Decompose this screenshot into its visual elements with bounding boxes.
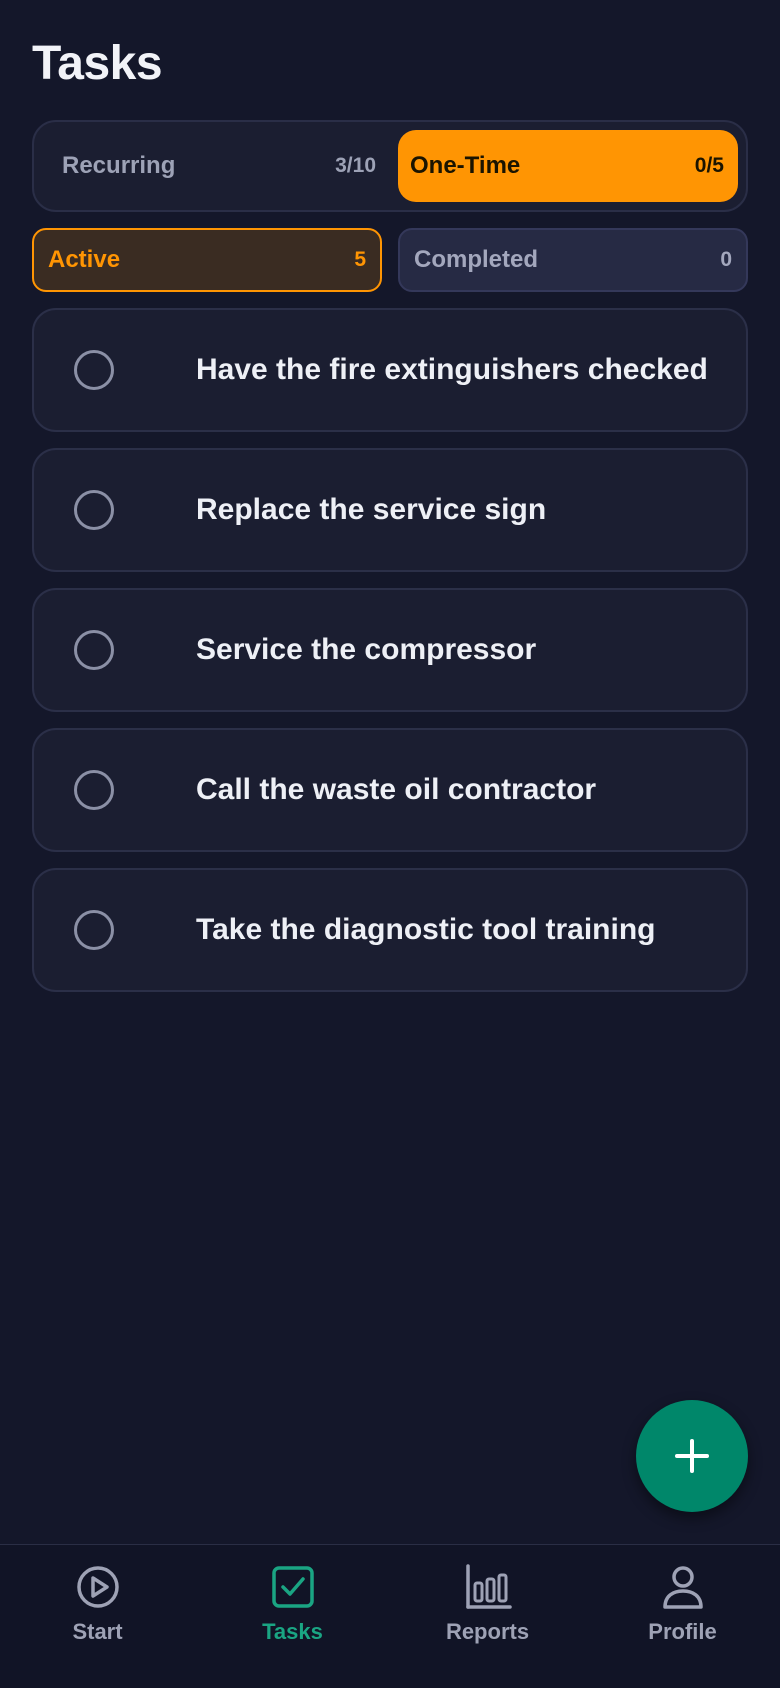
segment-one-time-count: 0/5: [694, 154, 724, 177]
task-title: Call the waste oil contractor: [196, 773, 597, 806]
bar-chart-icon: [465, 1564, 512, 1609]
task-item[interactable]: Take the diagnostic tool training: [32, 868, 748, 992]
task-checkbox-circle-icon[interactable]: [74, 350, 114, 390]
nav-label-start: Start: [72, 1619, 123, 1644]
nav-item-tasks[interactable]: Tasks: [195, 1545, 390, 1688]
segment-recurring-count: 3/10: [335, 154, 376, 177]
page-title: Tasks: [32, 37, 163, 90]
tasks-screen: Tasks Recurring 3/10 One-Time 0/5 Active…: [0, 0, 780, 1688]
task-item[interactable]: Replace the service sign: [32, 448, 748, 572]
segment-one-time-label: One-Time: [410, 152, 521, 179]
checkbox-icon: [271, 1566, 314, 1608]
plus-icon: [675, 1439, 709, 1473]
task-title: Take the diagnostic tool training: [196, 913, 656, 946]
task-title: Have the fire extinguishers checked: [196, 353, 708, 386]
nav-label-profile: Profile: [648, 1619, 717, 1644]
task-checkbox-circle-icon[interactable]: [74, 490, 114, 530]
add-task-button[interactable]: [636, 1400, 748, 1512]
task-item[interactable]: Have the fire extinguishers checked: [32, 308, 748, 432]
task-type-segmented-control: Recurring 3/10 One-Time 0/5: [32, 120, 748, 212]
task-title: Replace the service sign: [196, 493, 547, 526]
task-checkbox-circle-icon[interactable]: [74, 630, 114, 670]
nav-label-tasks: Tasks: [262, 1619, 323, 1644]
filter-completed[interactable]: Completed 0: [398, 228, 748, 292]
task-checkbox-circle-icon[interactable]: [74, 910, 114, 950]
segment-recurring[interactable]: Recurring 3/10: [42, 130, 390, 202]
bottom-nav: Start Tasks Reports Profile: [0, 1544, 780, 1688]
nav-item-profile[interactable]: Profile: [585, 1545, 780, 1688]
filter-active-count: 5: [354, 248, 366, 271]
task-list: Have the fire extinguishers checked Repl…: [32, 308, 748, 1008]
segment-one-time[interactable]: One-Time 0/5: [398, 130, 738, 202]
segment-recurring-label: Recurring: [62, 152, 176, 179]
nav-item-start[interactable]: Start: [0, 1545, 195, 1688]
task-title: Service the compressor: [196, 633, 537, 666]
task-item[interactable]: Service the compressor: [32, 588, 748, 712]
nav-item-reports[interactable]: Reports: [390, 1545, 585, 1688]
nav-label-reports: Reports: [445, 1619, 530, 1644]
filter-active-label: Active: [48, 246, 121, 273]
filter-completed-count: 0: [720, 248, 732, 271]
task-item[interactable]: Call the waste oil contractor: [32, 728, 748, 852]
task-checkbox-circle-icon[interactable]: [74, 770, 114, 810]
person-icon: [662, 1566, 703, 1609]
filter-completed-label: Completed: [414, 246, 539, 273]
status-filters: Active 5 Completed 0: [32, 228, 748, 292]
filter-active[interactable]: Active 5: [32, 228, 382, 292]
play-circle-icon: [76, 1566, 119, 1608]
